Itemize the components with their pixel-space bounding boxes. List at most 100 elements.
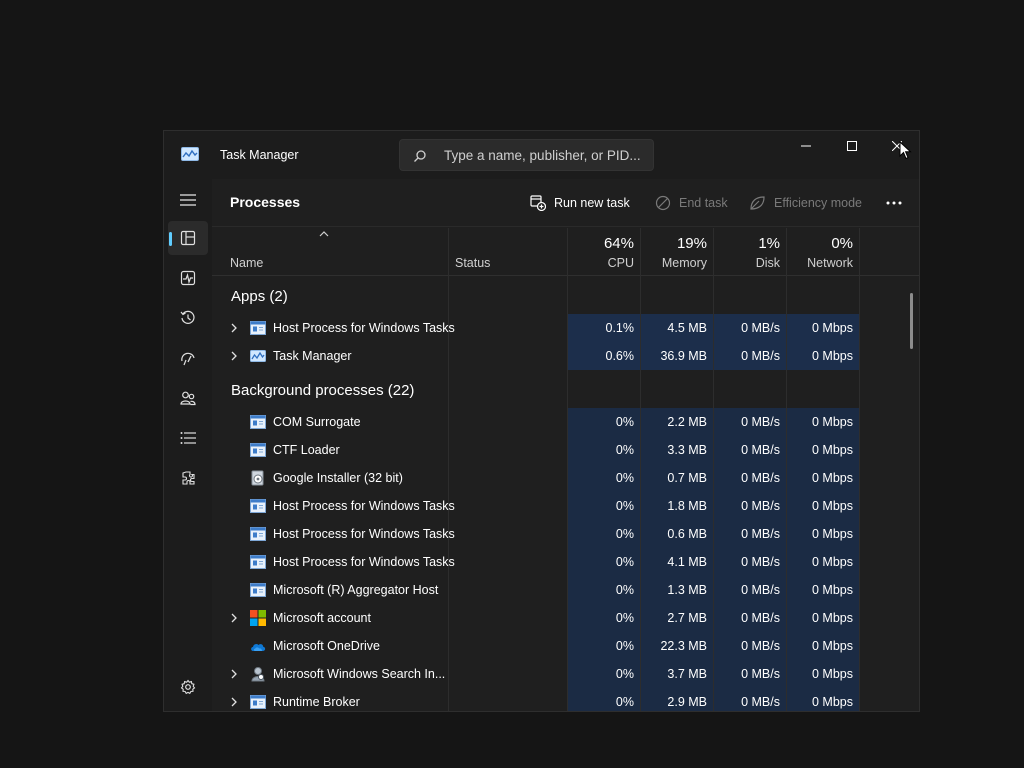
process-name: Host Process for Windows Tasks	[273, 321, 455, 335]
disk-value: 0 MB/s	[741, 583, 780, 597]
network-cell: 0 Mbps	[787, 576, 859, 604]
expand-chevron-icon[interactable]	[231, 613, 237, 623]
network-value: 0 Mbps	[812, 555, 853, 569]
nav-item-services[interactable]	[168, 461, 208, 495]
vertical-scrollbar[interactable]	[910, 293, 913, 349]
network-cell: 0 Mbps	[787, 632, 859, 660]
nav-item-details[interactable]	[168, 421, 208, 455]
network-cell: 0 Mbps	[787, 660, 859, 688]
network-value: 0 Mbps	[812, 611, 853, 625]
maximize-icon	[847, 141, 857, 151]
expand-chevron-icon[interactable]	[231, 669, 237, 679]
network-value: 0 Mbps	[812, 415, 853, 429]
command-bar: Processes Run new task End task Efficien…	[212, 179, 919, 227]
memory-cell: 3.3 MB	[641, 436, 713, 464]
expand-chevron-icon[interactable]	[231, 351, 237, 361]
minimize-button[interactable]	[783, 131, 829, 161]
process-name: Microsoft account	[273, 611, 371, 625]
hamburger-menu-button[interactable]	[168, 183, 208, 217]
cpu-value: 0%	[615, 639, 634, 653]
cpu-column-header[interactable]: 64% CPU	[568, 228, 640, 275]
search-box[interactable]	[399, 139, 654, 171]
process-name: Host Process for Windows Tasks	[273, 499, 455, 513]
search-indexer-icon	[251, 667, 265, 682]
process-row[interactable]: Host Process for Windows Tasks 0% 4.1 MB 0 …	[212, 548, 859, 576]
process-row[interactable]: Task Manager 0.6% 36.9 MB 0 MB/s 0 Mbps	[212, 342, 859, 370]
window-app-icon	[250, 583, 266, 597]
memory-cell: 4.5 MB	[641, 314, 713, 342]
network-cell: 0 Mbps	[787, 314, 859, 342]
disk-value: 0 MB/s	[741, 443, 780, 457]
close-button[interactable]	[874, 131, 919, 161]
process-name: Task Manager	[273, 349, 352, 363]
cpu-cell: 0%	[568, 520, 640, 548]
name-column-header[interactable]: Name	[212, 228, 448, 275]
cpu-value: 0%	[615, 611, 634, 625]
nav-item-startup-apps[interactable]	[168, 341, 208, 375]
nav-item-processes[interactable]	[168, 221, 208, 255]
process-row[interactable]: Host Process for Windows Tasks 0% 0.6 MB 0 …	[212, 520, 859, 548]
process-row[interactable]: Google Installer (32 bit) 0% 0.7 MB 0 MB/s 0…	[212, 464, 859, 492]
memory-cell: 2.2 MB	[641, 408, 713, 436]
efficiency-mode-button[interactable]: Efficiency mode	[749, 191, 862, 215]
cpu-value: 0%	[615, 499, 634, 513]
memory-value: 36.9 MB	[660, 349, 707, 363]
group-header-apps: Apps (2)	[231, 288, 288, 305]
nav-item-app-history[interactable]	[168, 301, 208, 335]
column-divider[interactable]	[859, 228, 860, 711]
end-task-button[interactable]: End task	[655, 191, 728, 215]
window-app-icon	[250, 555, 266, 569]
disk-cell: 0 MB/s	[714, 464, 786, 492]
expand-chevron-icon[interactable]	[231, 697, 237, 707]
network-value: 0 Mbps	[812, 471, 853, 485]
minimize-icon	[801, 145, 811, 147]
more-options-button[interactable]	[882, 191, 906, 215]
task-manager-window: Task Manager Type a name, publisher, or …	[163, 130, 920, 712]
process-row[interactable]: COM Surrogate 0% 2.2 MB 0 MB/s 0 Mbps	[212, 408, 859, 436]
process-row[interactable]: Host Process for Windows Tasks 0.1% 4.5 MB…	[212, 314, 859, 342]
process-row[interactable]: Microsoft OneDrive 0% 22.3 MB 0 MB/s 0 Mbps	[212, 632, 859, 660]
cpu-cell: 0%	[568, 632, 640, 660]
search-input[interactable]	[444, 140, 649, 170]
nav-item-settings[interactable]	[168, 670, 208, 704]
cpu-cell: 0%	[568, 436, 640, 464]
network-value: 0 Mbps	[812, 639, 853, 653]
run-new-task-button[interactable]: Run new task	[530, 191, 630, 215]
disk-column-header[interactable]: 1% Disk	[714, 228, 786, 275]
process-name: Microsoft OneDrive	[273, 639, 380, 653]
memory-cell: 2.7 MB	[641, 604, 713, 632]
nav-item-users[interactable]	[168, 381, 208, 415]
process-name: Host Process for Windows Tasks	[273, 555, 455, 569]
process-row[interactable]: Runtime Broker 0% 2.9 MB 0 MB/s 0 Mbps	[212, 688, 859, 711]
process-row[interactable]: Host Process for Windows Tasks 0% 1.8 MB 0 …	[212, 492, 859, 520]
title-bar[interactable]: Task Manager	[164, 131, 919, 179]
nav-item-performance[interactable]	[168, 261, 208, 295]
memory-value: 0.6 MB	[667, 527, 707, 541]
column-header: Name Status 64% CPU 19% Memory 1% Disk 0…	[212, 228, 919, 276]
disk-cell: 0 MB/s	[714, 688, 786, 711]
memory-value: 0.7 MB	[667, 471, 707, 485]
installer-icon	[251, 470, 264, 486]
process-row[interactable]: CTF Loader 0% 3.3 MB 0 MB/s 0 Mbps	[212, 436, 859, 464]
disk-cell: 0 MB/s	[714, 604, 786, 632]
maximize-button[interactable]	[829, 131, 875, 161]
end-task-icon	[655, 195, 671, 211]
memory-cell: 1.3 MB	[641, 576, 713, 604]
memory-cell: 1.8 MB	[641, 492, 713, 520]
onedrive-cloud-icon	[251, 643, 266, 651]
network-cell: 0 Mbps	[787, 436, 859, 464]
users-icon	[180, 391, 196, 406]
disk-cell: 0 MB/s	[714, 576, 786, 604]
network-cell: 0 Mbps	[787, 604, 859, 632]
disk-column-label: Disk	[755, 256, 780, 270]
group-header-background-processes: Background processes (22)	[231, 382, 415, 399]
status-column-header[interactable]: Status	[449, 228, 567, 275]
window-app-icon	[250, 415, 266, 429]
expand-chevron-icon[interactable]	[231, 323, 237, 333]
process-row[interactable]: Microsoft account 0% 2.7 MB 0 MB/s 0 Mbps	[212, 604, 859, 632]
process-row[interactable]: Microsoft Windows Search In... 0% 3.7 MB 0 …	[212, 660, 859, 688]
processes-page: Processes Run new task End task Efficien…	[212, 179, 919, 711]
memory-column-header[interactable]: 19% Memory	[641, 228, 713, 275]
process-row[interactable]: Microsoft (R) Aggregator Host 0% 1.3 MB 0 M…	[212, 576, 859, 604]
network-column-header[interactable]: 0% Network	[787, 228, 859, 275]
